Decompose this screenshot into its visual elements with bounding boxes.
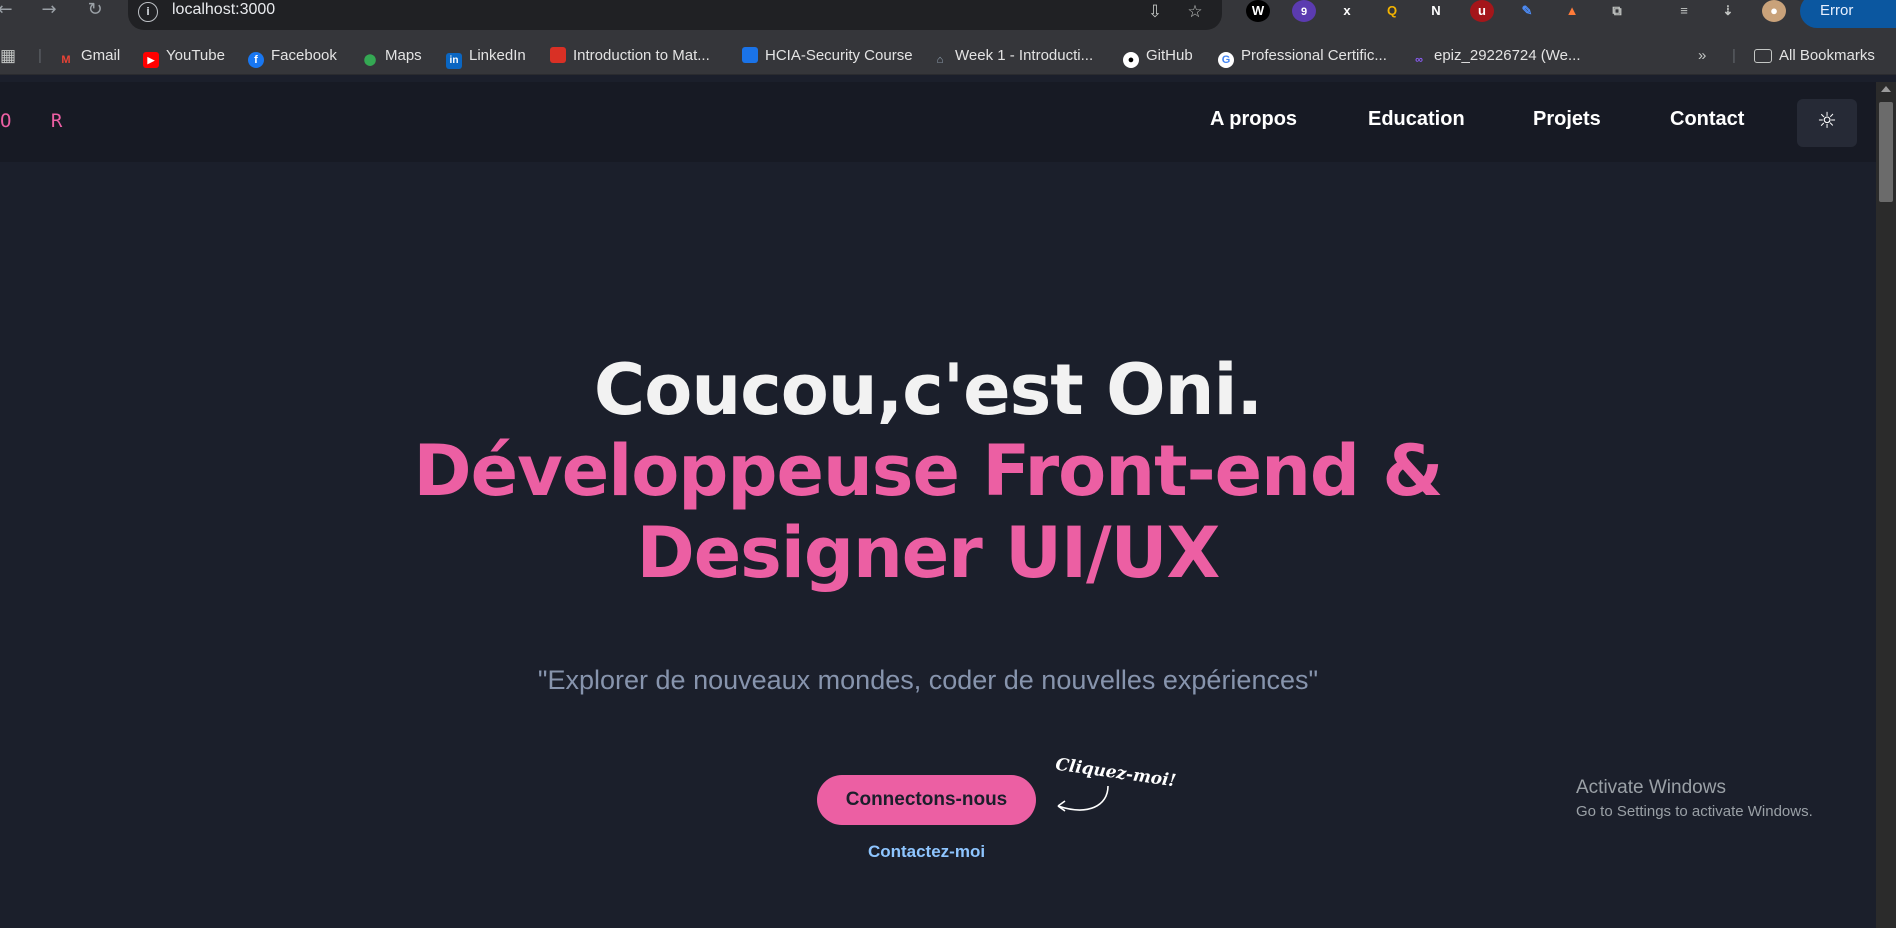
search-extension-icon[interactable]: Q [1380, 0, 1404, 22]
google-icon: G [1218, 52, 1234, 68]
bookmark-blue-icon [742, 47, 758, 63]
site-logo[interactable]: O R [0, 110, 76, 132]
bookmark-red-icon [550, 47, 566, 63]
bookmark-professional-cert[interactable]: G Professional Certific... [1218, 46, 1387, 68]
sun-icon: ☼ [1817, 109, 1837, 134]
bookmark-label: Week 1 - Introducti... [955, 47, 1094, 64]
bookmark-label: Gmail [81, 47, 121, 64]
all-bookmarks-label: All Bookmarks [1779, 47, 1875, 64]
all-bookmarks[interactable]: All Bookmarks [1754, 46, 1875, 66]
bookmark-hcia[interactable]: HCIA-Security Course [742, 46, 913, 66]
flag-extension-icon[interactable]: ▲ [1560, 0, 1584, 22]
bookmark-intro-math[interactable]: Introduction to Mat... [550, 46, 710, 66]
linkedin-icon: in [446, 53, 462, 69]
avatar[interactable]: ● [1762, 0, 1786, 22]
github-icon: ● [1123, 52, 1139, 68]
profile-error-button[interactable]: Error [1800, 0, 1896, 28]
scroll-up-icon[interactable] [1881, 86, 1891, 92]
install-app-icon[interactable]: ⇩ [1144, 2, 1166, 22]
bookmark-youtube[interactable]: ▶ YouTube [143, 46, 225, 68]
page-scrollbar[interactable] [1876, 82, 1896, 928]
bookmark-label: Introduction to Mat... [573, 47, 710, 64]
bookmark-label: HCIA-Security Course [765, 47, 913, 64]
bookmarks-divider: | [38, 47, 42, 64]
gmail-icon: M [61, 54, 71, 66]
address-bar[interactable]: i localhost:3000 ⇩ ☆ [128, 0, 1222, 30]
reload-icon[interactable]: ↻ [82, 0, 108, 22]
nav-projets[interactable]: Projets [1533, 108, 1601, 131]
facebook-icon: f [248, 52, 264, 68]
activate-subtitle: Go to Settings to activate Windows. [1576, 803, 1813, 820]
maps-icon: ⬤ [363, 54, 377, 66]
bookmark-label: Maps [385, 47, 422, 64]
extension-badge-icon[interactable]: 9 [1292, 0, 1316, 22]
scroll-thumb[interactable] [1879, 102, 1893, 202]
bookmark-facebook[interactable]: f Facebook [248, 46, 337, 68]
bookmark-gmail[interactable]: M Gmail [58, 46, 120, 66]
bookmark-label: Facebook [271, 47, 337, 64]
browser-toolbar: ← → ↻ i localhost:3000 ⇩ ☆ W 9 x Q N u ✎… [0, 0, 1896, 38]
bookmark-label: LinkedIn [469, 47, 526, 64]
nav-a-propos[interactable]: A propos [1210, 108, 1297, 131]
bookmark-label: YouTube [166, 47, 225, 64]
theme-toggle-button[interactable]: ☼ [1797, 99, 1857, 147]
bookmark-github[interactable]: ● GitHub [1123, 46, 1193, 68]
extensions-puzzle-icon[interactable]: ⧉ [1605, 0, 1629, 22]
bookmark-label: epiz_29226724 (We... [1434, 47, 1581, 64]
back-icon[interactable]: ← [0, 0, 18, 22]
wordpress-extension-icon[interactable]: W [1246, 0, 1270, 22]
edit-extension-icon[interactable]: ✎ [1515, 0, 1539, 22]
extension-badge-count: 9 [1300, 6, 1308, 18]
ublock-extension-icon[interactable]: u [1470, 0, 1494, 22]
bookmark-label: GitHub [1146, 47, 1193, 64]
notion-extension-icon[interactable]: N [1424, 0, 1448, 22]
hero-role-line1: Développeuse Front-end & [413, 430, 1444, 512]
x-extension-icon[interactable]: x [1335, 0, 1359, 22]
bookmarks-divider: | [1732, 47, 1736, 64]
bookmark-linkedin[interactable]: in LinkedIn [446, 46, 526, 69]
bookmark-week1[interactable]: ⌂ Week 1 - Introducti... [932, 46, 1093, 66]
hero-greeting: Coucou,c'est Oni. [593, 349, 1263, 431]
windows-activation-watermark: Activate Windows Go to Settings to activ… [1576, 777, 1813, 820]
curved-arrow-icon [1057, 785, 1109, 812]
activate-title: Activate Windows [1576, 777, 1726, 798]
site-header: O R A propos Education Projets Contact ☼ [0, 82, 1876, 162]
download-icon[interactable]: ⇣ [1716, 0, 1740, 22]
hero-role-line2: Designer UI/UX [636, 512, 1221, 594]
bookmark-epiz[interactable]: ∞ epiz_29226724 (We... [1411, 46, 1581, 66]
bookmarks-bar: ▦ | M Gmail ▶ YouTube f Facebook ⬤ Maps in Li… [0, 38, 1896, 75]
forward-icon[interactable]: → [36, 0, 62, 22]
infinity-icon: ∞ [1415, 54, 1423, 66]
nav-contact[interactable]: Contact [1670, 108, 1744, 131]
site-info-icon[interactable]: i [138, 2, 158, 22]
hero-quote: "Explorer de nouveaux mondes, coder de n… [537, 665, 1319, 695]
more-bookmarks-icon[interactable]: » [1698, 46, 1706, 66]
apps-grid-icon[interactable]: ▦ [0, 46, 16, 66]
contact-me-link[interactable]: Contactez-moi [817, 842, 1036, 862]
bookmark-maps[interactable]: ⬤ Maps [362, 46, 422, 66]
nav-education[interactable]: Education [1368, 108, 1465, 131]
youtube-icon: ▶ [143, 52, 159, 68]
folder-icon [1754, 49, 1772, 63]
url-text[interactable]: localhost:3000 [172, 1, 275, 19]
connect-button[interactable]: Connectons-nous [817, 775, 1036, 825]
bookmark-label: Professional Certific... [1241, 47, 1387, 64]
media-control-icon[interactable]: ≡ [1672, 0, 1696, 22]
course-icon: ⌂ [936, 54, 944, 66]
bookmark-star-icon[interactable]: ☆ [1184, 2, 1206, 22]
